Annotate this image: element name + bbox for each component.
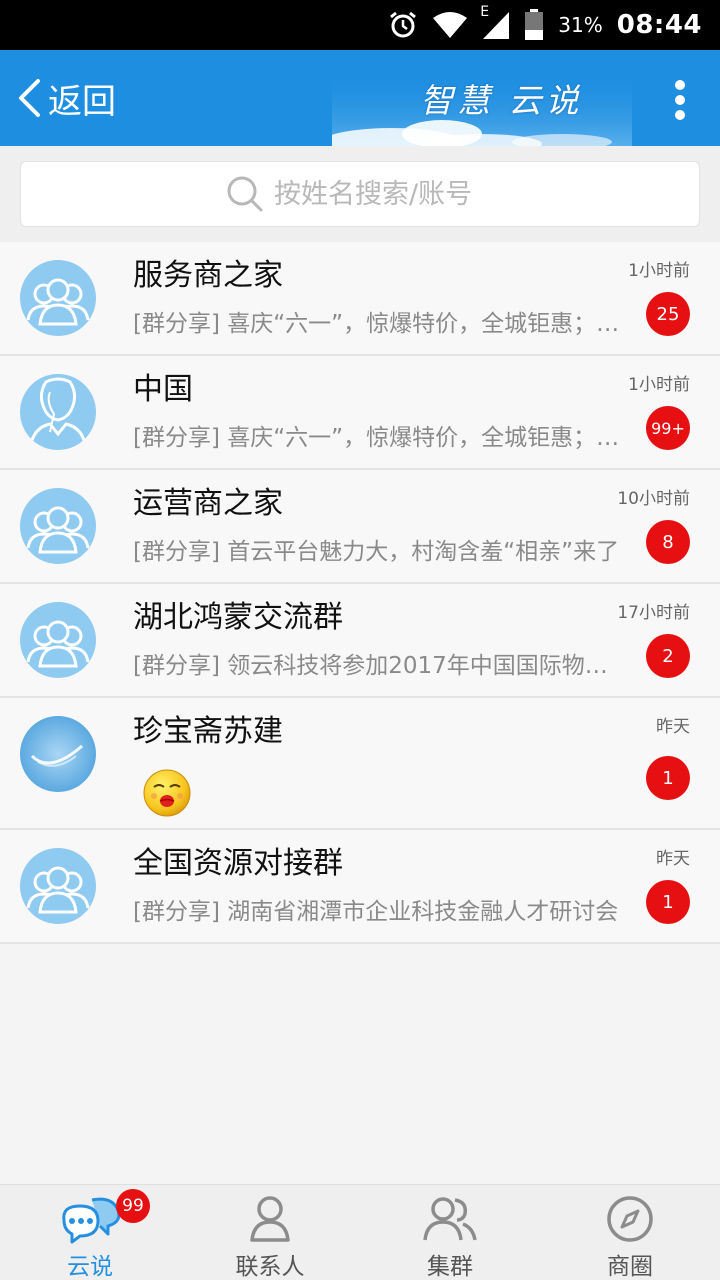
chat-row[interactable]: 中国 1小时前 [群分享] 喜庆“六一”，惊爆特价，全城钜惠；不为赚钱，只为交朋… (0, 356, 720, 470)
chat-row[interactable]: 全国资源对接群 昨天 [群分享] 湖南省湘潭市企业科技金融人才研讨会 1 (0, 830, 720, 944)
bottom-nav: 云说 99 联系人 集群 商圈 (0, 1184, 720, 1280)
nav-label: 联系人 (235, 1254, 305, 1280)
chevron-left-icon (19, 79, 40, 117)
group-avatar-icon (20, 260, 96, 336)
chat-time: 1小时前 (628, 375, 690, 395)
clock: 08:44 (616, 10, 702, 40)
more-menu-button[interactable] (674, 80, 686, 120)
more-dot (675, 95, 685, 105)
nav-label: 集群 (427, 1254, 473, 1280)
person-icon (250, 1196, 290, 1242)
chat-time: 10小时前 (617, 489, 690, 509)
unread-badge: 1 (646, 880, 690, 924)
chat-row[interactable]: 运营商之家 10小时前 [群分享] 首云平台魅力大，村淘含羞“相亲”来了 8 (0, 470, 720, 584)
chat-name: 全国资源对接群 (133, 846, 343, 881)
nav-badge: 99 (116, 1189, 150, 1223)
chat-preview: [群分享] 首云平台魅力大，村淘含羞“相亲”来了 (133, 539, 620, 565)
back-button[interactable]: 返回 (16, 50, 116, 146)
search-box[interactable] (20, 161, 700, 227)
network-type: E (480, 4, 490, 20)
unread-badge: 8 (646, 520, 690, 564)
chat-time: 昨天 (656, 717, 690, 737)
cell-signal: E (480, 4, 510, 40)
sky-photo-avatar (20, 716, 96, 792)
search-area (0, 146, 720, 242)
unread-badge: 2 (646, 634, 690, 678)
more-dot (675, 80, 685, 90)
group-avatar-icon (20, 602, 96, 678)
battery-percent: 31% (558, 13, 603, 37)
kiss-emoji-icon (143, 769, 191, 817)
nav-tab-business[interactable]: 商圈 (540, 1185, 720, 1280)
chat-time: 17小时前 (617, 603, 690, 623)
unread-badge: 1 (646, 756, 690, 800)
title-bar: 返回 智慧 云说 (0, 50, 720, 146)
chat-row[interactable]: 服务商之家 1小时前 [群分享] 喜庆“六一”，惊爆特价，全城钜惠；不为赚钱，只… (0, 242, 720, 356)
people-icon (423, 1197, 477, 1241)
nav-tab-contacts[interactable]: 联系人 (180, 1185, 360, 1280)
status-bar: E 31% 08:44 (0, 0, 720, 50)
chat-name: 运营商之家 (133, 486, 283, 521)
chat-preview: [群分享] 喜庆“六一”，惊爆特价，全城钜惠；不为赚钱，只为交朋友 (133, 425, 623, 451)
unread-badge: 99+ (646, 406, 690, 450)
chat-time: 昨天 (656, 849, 690, 869)
group-avatar-icon (20, 848, 96, 924)
more-dot (675, 110, 685, 120)
brand-logo: 智慧 云说 (420, 81, 583, 120)
nav-tab-yunshuo[interactable]: 云说 99 (0, 1185, 180, 1280)
battery-icon (525, 9, 544, 40)
group-avatar-icon (20, 488, 96, 564)
chat-list: 服务商之家 1小时前 [群分享] 喜庆“六一”，惊爆特价，全城钜惠；不为赚钱，只… (0, 242, 720, 944)
chat-row[interactable]: 珍宝斋苏建 昨天 1 (0, 698, 720, 830)
chat-preview: [群分享] 领云科技将参加2017年中国国际物流展 (133, 653, 623, 679)
chat-bubbles-icon (62, 1197, 121, 1244)
unread-badge: 25 (646, 292, 690, 336)
nav-tab-cluster[interactable]: 集群 (360, 1185, 540, 1280)
search-input[interactable] (274, 178, 494, 210)
chat-row[interactable]: 湖北鸿蒙交流群 17小时前 [群分享] 领云科技将参加2017年中国国际物流展 … (0, 584, 720, 698)
nav-label: 云说 (67, 1254, 113, 1280)
alarm-icon (390, 11, 417, 38)
chat-name: 中国 (133, 372, 193, 407)
back-label: 返回 (48, 81, 116, 122)
compass-icon (607, 1196, 653, 1242)
person-avatar-icon (20, 374, 96, 450)
chat-preview: [群分享] 湖南省湘潭市企业科技金融人才研讨会 (133, 899, 619, 925)
chat-preview: [群分享] 喜庆“六一”，惊爆特价，全城钜惠；不为赚钱，只为交朋友 (133, 311, 623, 337)
search-icon (227, 176, 263, 212)
nav-label: 商圈 (607, 1254, 653, 1280)
chat-name: 湖北鸿蒙交流群 (133, 600, 343, 635)
chat-time: 1小时前 (628, 261, 690, 281)
wifi-icon (433, 12, 468, 38)
brand-banner: 智慧 云说 (332, 50, 632, 146)
chat-name: 服务商之家 (133, 258, 283, 293)
chat-name: 珍宝斋苏建 (133, 714, 283, 749)
